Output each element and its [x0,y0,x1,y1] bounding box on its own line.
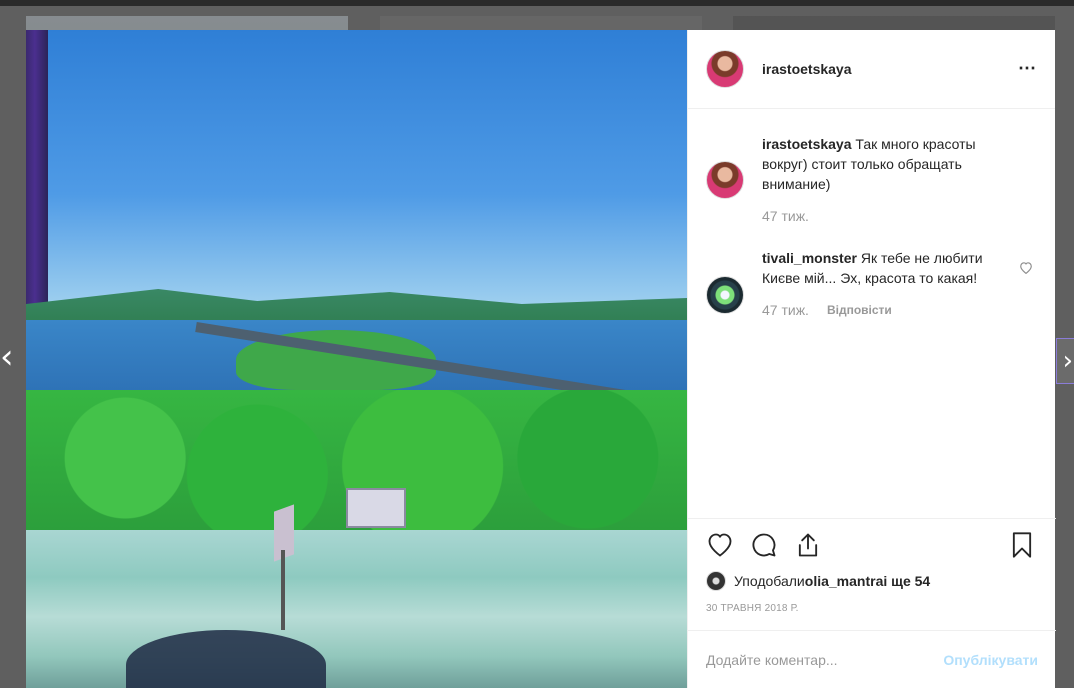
avatar[interactable] [706,161,744,199]
comment-meta: 47 тиж. [762,208,1002,224]
comment-username[interactable]: tivali_monster [762,250,857,266]
previous-post-arrow-icon[interactable]: ‹ [0,340,14,374]
comment-item: tivali_monster Як тебе не любити Києве м… [706,248,1037,318]
post-photo[interactable] [26,30,687,688]
comment-text: irastoetskaya Так много красоты вокруг) … [762,134,1002,194]
add-comment-section: Опублікувати [688,630,1056,688]
more-options-icon[interactable]: ⋯ [1018,58,1037,79]
post-header: irastoetskaya ⋯ [688,30,1055,109]
likes-summary: Уподобали olia_mantra і ще 54 [706,571,1038,591]
post-date[interactable]: 30 ТРАВНЯ 2018 Р. [706,603,1038,614]
post-actions: Уподобали olia_mantra і ще 54 30 ТРАВНЯ … [688,518,1056,614]
comment-body: tivali_monster Як тебе не любити Києве м… [762,248,1002,318]
publish-comment-button[interactable]: Опублікувати [943,652,1038,668]
photo-billboard [346,488,406,528]
comment-bubble-icon[interactable] [750,531,780,561]
photo-pole [281,550,285,630]
comment-meta: 47 тиж. Відповісти [762,302,1002,318]
like-heart-icon[interactable] [706,531,736,561]
bookmark-icon[interactable] [1008,531,1038,561]
likes-count-link[interactable]: і ще 54 [883,573,930,589]
avatar[interactable] [706,50,744,88]
action-icons [706,531,1038,561]
next-post-arrow-icon[interactable]: › [1056,338,1074,384]
post-author-username[interactable]: irastoetskaya [762,61,852,77]
top-bar [0,0,1074,6]
comment-input[interactable] [706,651,944,668]
share-upload-icon[interactable] [794,531,824,561]
comment-time[interactable]: 47 тиж. [762,208,809,224]
likes-prefix: Уподобали [734,573,805,589]
comment-username[interactable]: irastoetskaya [762,136,852,152]
avatar[interactable] [706,276,744,314]
like-comment-heart-icon[interactable] [1019,261,1033,277]
comment-text: tivali_monster Як тебе не любити Києве м… [762,248,1002,288]
liked-by-username[interactable]: olia_mantra [805,573,884,589]
comment-body: irastoetskaya Так много красоты вокруг) … [762,134,1002,224]
comments-list: irastoetskaya Так много красоты вокруг) … [688,134,1055,318]
post-modal: irastoetskaya ⋯ irastoetskaya Так много … [26,30,1056,688]
avatar[interactable] [706,571,726,591]
comment-time[interactable]: 47 тиж. [762,302,809,318]
reply-button[interactable]: Відповісти [827,303,892,317]
post-side-panel: irastoetskaya ⋯ irastoetskaya Так много … [687,30,1056,688]
comment-item: irastoetskaya Так много красоты вокруг) … [706,134,1037,224]
